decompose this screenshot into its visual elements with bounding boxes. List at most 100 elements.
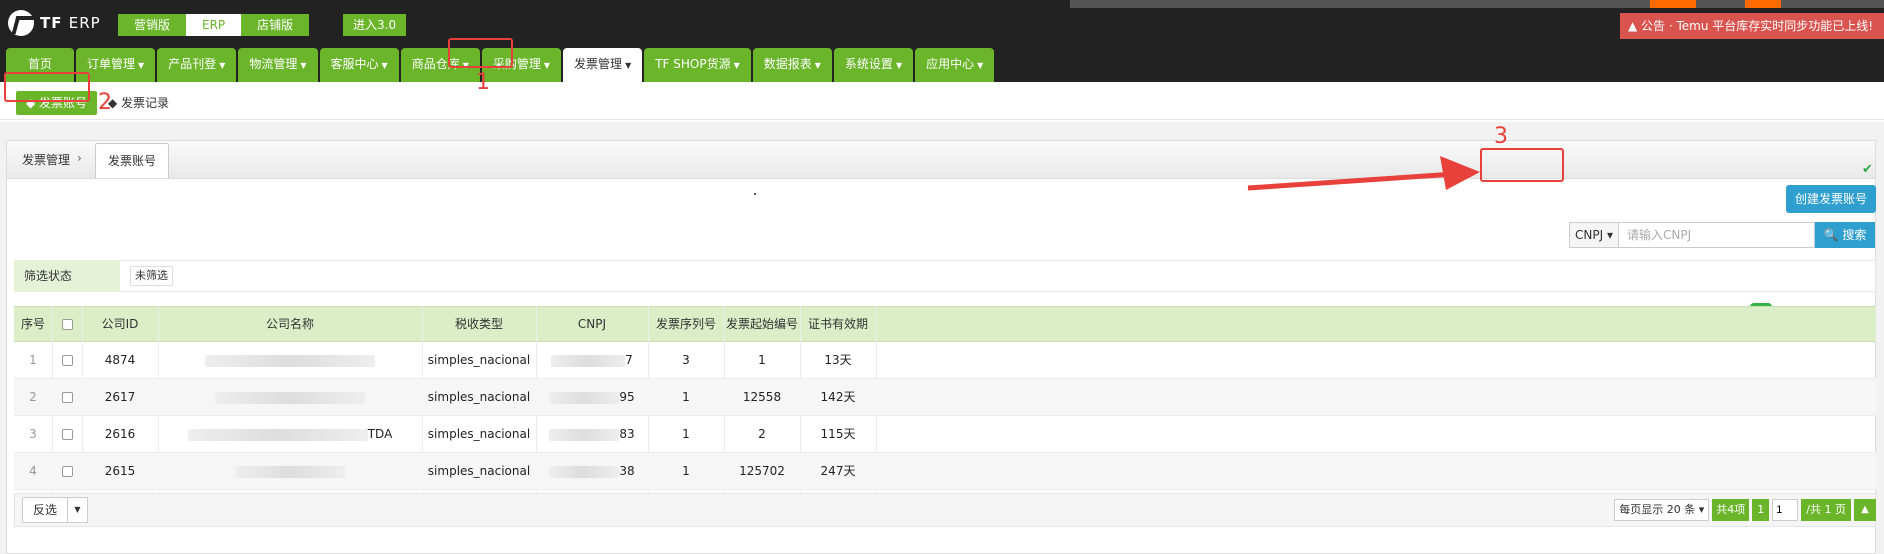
filter-label: 筛选状态 — [14, 260, 120, 292]
row-checkbox[interactable] — [61, 429, 73, 440]
total-count: 共4项 — [1712, 499, 1750, 521]
version-store[interactable]: 店铺版 — [241, 14, 310, 36]
select-all-checkbox[interactable] — [61, 319, 73, 330]
caret-down-icon[interactable]: ▼ — [68, 497, 88, 523]
enter-3-button[interactable]: 进入3.0 — [343, 14, 407, 36]
cell-tax-type: simples_nacional — [427, 353, 531, 367]
cell-serial: 3 — [682, 353, 690, 367]
logo-strong: TF — [40, 14, 63, 32]
version-marketing[interactable]: 营销版 — [118, 14, 187, 36]
cell-checkbox[interactable] — [52, 416, 82, 453]
subnav-invoice-records[interactable]: ◆ 发票记录 — [108, 94, 169, 111]
create-invoice-account-button[interactable]: 创建发票账号 — [1786, 185, 1876, 213]
cell-start-number: 2 — [758, 427, 766, 441]
current-page-button[interactable]: 1 — [1752, 499, 1770, 521]
nav-reports[interactable]: 数据报表 ▼ — [752, 48, 832, 82]
nav-apps[interactable]: 应用中心 ▼ — [915, 48, 995, 82]
row-checkbox[interactable] — [61, 466, 73, 477]
version-switcher: 营销版 ERP 店铺版 — [118, 14, 310, 36]
nav-invoice[interactable]: 发票管理 ▼ — [563, 48, 643, 82]
caret-down-icon: ▼ — [733, 61, 740, 70]
redacted-text — [551, 354, 626, 367]
caret-down-icon: ▼ — [625, 61, 632, 70]
redacted-text — [235, 465, 345, 478]
annotation-box-3 — [1480, 148, 1564, 182]
breadcrumb-separator: › — [77, 151, 82, 165]
nav-service[interactable]: 客服中心 ▼ — [319, 48, 399, 82]
logo[interactable]: TF ERP — [8, 10, 101, 36]
th-select-all[interactable] — [52, 306, 82, 342]
caret-down-icon: ▼ — [895, 61, 903, 70]
annotation-number-1: 1 — [476, 70, 490, 95]
cell-cert-validity: 13天 — [824, 353, 852, 367]
search-button[interactable]: 🔍 搜索 — [1815, 222, 1875, 248]
row-checkbox[interactable] — [61, 392, 73, 403]
cell-start-number: 12558 — [742, 390, 782, 404]
version-erp[interactable]: ERP — [186, 14, 242, 36]
cell-company-name: TDA — [158, 416, 422, 453]
top-accent — [1745, 0, 1781, 8]
invert-selection-button[interactable]: 反选 — [22, 497, 69, 523]
th-tax-type: 税收类型 — [454, 317, 503, 331]
cell-checkbox[interactable] — [52, 453, 82, 490]
cell-start-number: 1 — [758, 353, 766, 367]
cell-index: 2 — [29, 390, 37, 404]
redacted-text — [549, 465, 620, 478]
sub-nav — [0, 82, 1884, 120]
breadcrumb-current-tab[interactable]: 发票账号 — [95, 143, 170, 179]
cell-checkbox[interactable] — [52, 379, 82, 416]
row-checkbox[interactable] — [61, 355, 73, 366]
search-type-select[interactable]: CNPJ ▾ — [1569, 222, 1619, 248]
nav-tfshop[interactable]: TF SHOP货源 ▼ — [644, 48, 751, 82]
cell-company-id: 2617 — [104, 390, 136, 404]
nav-listing[interactable]: 产品刊登 ▼ — [157, 48, 237, 82]
cell-tax-type: simples_nacional — [427, 464, 531, 478]
cnpj-search-input[interactable] — [1619, 222, 1815, 248]
page-count: /共 1 页 — [1801, 499, 1851, 521]
cell-company-name — [158, 453, 422, 490]
cell-index: 1 — [29, 353, 37, 367]
caret-down-icon: ▼ — [219, 61, 226, 70]
caret-down-icon: ▼ — [977, 61, 984, 70]
page-input[interactable] — [1772, 499, 1799, 521]
caret-down-icon: ▼ — [300, 61, 307, 70]
nav-logistics[interactable]: 物流管理 ▼ — [238, 48, 318, 82]
caret-down-icon: ▼ — [543, 61, 551, 70]
cell-company-id: 2616 — [104, 427, 136, 441]
logo-icon — [8, 10, 34, 36]
annotation-box-2 — [4, 72, 90, 102]
cell-company-id: 4874 — [104, 353, 136, 367]
top-accent — [1650, 0, 1696, 8]
th-company-id: 公司ID — [101, 317, 139, 331]
redacted-text — [549, 391, 620, 404]
th-serial: 发票序列号 — [655, 317, 716, 331]
cell-serial: 1 — [682, 390, 690, 404]
redacted-text — [549, 428, 620, 441]
notice-banner[interactable]: ▲ 公告 · Temu 平台库存实时同步功能已上线! — [1620, 13, 1884, 39]
redacted-text — [215, 391, 365, 404]
cell-serial: 1 — [682, 464, 690, 478]
cell-checkbox[interactable] — [52, 342, 82, 379]
cell-cnpj: 38 — [536, 453, 648, 490]
pagination: 每页显示 20 条 ▾ 共4项 1 /共 1 页 ▲ — [1614, 499, 1876, 521]
search-group: CNPJ ▾ 🔍 搜索 — [1569, 222, 1875, 248]
check-v-icon[interactable]: ✔ — [1862, 162, 1873, 177]
cell-tax-type: simples_nacional — [427, 427, 531, 441]
cell-start-number: 125702 — [739, 464, 785, 478]
cell-company-id: 2615 — [104, 464, 136, 478]
breadcrumb-root[interactable]: 发票管理 — [22, 151, 70, 168]
th-cnpj: CNPJ — [577, 317, 607, 331]
scroll-top-icon[interactable]: ▲ — [1854, 499, 1876, 521]
filter-chip[interactable]: 未筛选 — [130, 266, 173, 286]
breadcrumb — [6, 140, 1876, 178]
cell-cnpj: 7 — [536, 342, 648, 379]
cell-company-name — [158, 379, 422, 416]
nav-settings[interactable]: 系统设置 ▼ — [833, 48, 914, 82]
th-index: 序号 — [20, 317, 45, 331]
logo-light: ERP — [68, 14, 101, 32]
annotation-number-2: 2 — [98, 90, 112, 115]
caret-down-icon: ▼ — [814, 61, 821, 70]
th-company-name: 公司名称 — [265, 317, 314, 331]
page-size-select[interactable]: 每页显示 20 条 ▾ — [1614, 499, 1710, 521]
cell-serial: 1 — [682, 427, 690, 441]
